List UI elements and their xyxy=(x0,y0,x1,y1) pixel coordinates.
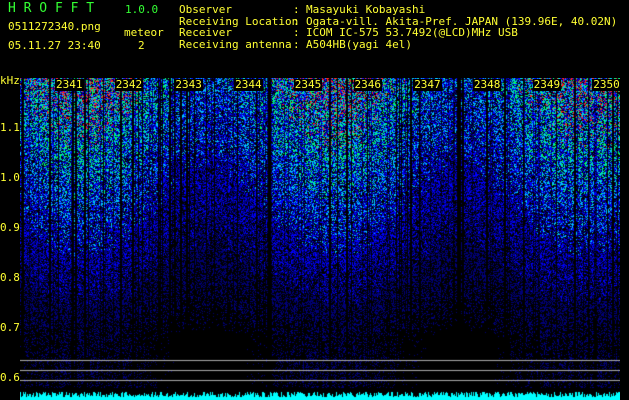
x-tick-label: 2347 xyxy=(413,78,442,91)
x-tick-label: 2345 xyxy=(293,78,323,91)
x-tick-label: 2342 xyxy=(114,78,144,91)
x-tick-label: 2343 xyxy=(174,78,203,91)
field-label: Receiving antenna xyxy=(179,37,292,51)
datetime: 05.11.27 23:40 xyxy=(8,39,101,52)
x-tick-label: 2349 xyxy=(532,78,562,91)
spectrogram xyxy=(20,78,620,400)
x-tick-label: 2341 xyxy=(55,78,84,91)
x-tick-label: 2348 xyxy=(472,78,502,91)
filename: 0511272340.png xyxy=(8,20,101,33)
field-colon: : xyxy=(293,37,300,51)
y-tick-label: 0.8 xyxy=(0,271,20,284)
app-version: 1.0.0 xyxy=(125,3,159,16)
y-tick-label: 0.9 xyxy=(0,221,20,234)
y-axis-label: kHz xyxy=(0,74,20,87)
y-tick-label: 1.0 xyxy=(0,171,20,184)
y-tick-label: 0.6 xyxy=(0,371,20,384)
y-tick-label: 0.7 xyxy=(0,321,20,334)
x-tick-label: 2346 xyxy=(353,78,382,91)
meteor-label: meteor xyxy=(124,26,164,39)
x-tick-label: 2350 xyxy=(592,78,621,91)
x-tick-label: 2344 xyxy=(234,78,263,91)
meteor-count: 2 xyxy=(138,39,145,52)
y-tick-label: 1.1 xyxy=(0,121,20,134)
field-value: A504HB(yagi 4el) xyxy=(306,37,412,51)
app-title: H R O F F T xyxy=(8,1,95,16)
